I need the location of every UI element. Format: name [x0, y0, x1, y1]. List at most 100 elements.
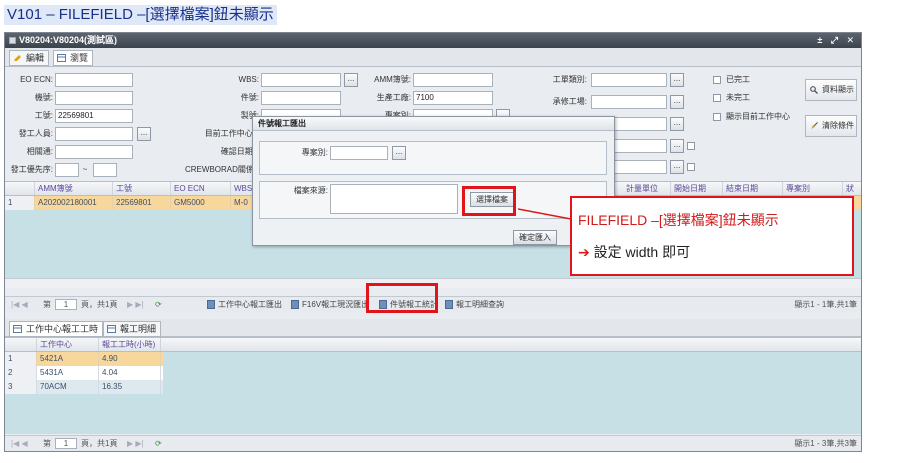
clear-conditions-button[interactable]: 清除條件 [805, 115, 857, 137]
extra-date-checkbox-1[interactable] [687, 142, 695, 150]
dialog-file-field[interactable] [330, 184, 458, 214]
extra-date-checkbox-2[interactable] [687, 163, 695, 171]
work-no-label: 工號: [34, 111, 53, 120]
show-current-wc-label: 顯示目前工作中心 [726, 112, 790, 121]
work-no-field[interactable]: 22569801 [55, 109, 133, 123]
table-icon [13, 325, 22, 333]
work-class-field[interactable] [591, 73, 667, 87]
priority-to-field[interactable] [93, 163, 117, 177]
cell-amm: A202002180001 [35, 196, 113, 210]
detail-col-rownum [5, 338, 37, 351]
arrow-right-icon: ➔ [578, 244, 590, 260]
detail-col-wc[interactable]: 工作中心 [37, 338, 99, 351]
amm-ledger-label: AMM簿號: [374, 75, 411, 84]
tab-wc-hours[interactable]: 工作中心報工工時 [9, 321, 104, 337]
display-data-button[interactable]: 資料顯示 [805, 79, 857, 101]
grid-col-wbs[interactable]: WBS [231, 182, 253, 195]
callout-issue-text: FILEFIELD –[選擇檔案]鈕未顯示 [578, 212, 779, 228]
show-current-wc-checkbox[interactable] [713, 113, 721, 121]
pager-display-info: 顯示1 - 3筆,共3筆 [794, 439, 857, 448]
refresh-icon[interactable]: ⟳ [155, 436, 162, 451]
detail-col-hours[interactable]: 報工工時(小時) [99, 338, 161, 351]
grid-col-amm[interactable]: AMM簿號 [35, 182, 113, 195]
window-icon [9, 37, 16, 44]
refresh-icon[interactable]: ⟳ [155, 297, 162, 312]
grid-col-unit[interactable]: 計量單位 [623, 182, 671, 195]
grid-col-start-date[interactable]: 開始日期 [671, 182, 723, 195]
grid-col-case[interactable]: 專案別 [783, 182, 843, 195]
table-row[interactable]: 1 5421A 4.90 [5, 352, 163, 366]
dialog-case-lookup-button[interactable]: ... [392, 146, 406, 160]
window-title: V80204:V80204(測試區) [19, 35, 118, 45]
wbs-lookup-button[interactable]: ... [344, 73, 358, 87]
clear-conditions-label: 清除條件 [822, 121, 854, 130]
wc-report-export-button[interactable]: 工作中心報工匯出 [207, 297, 282, 312]
extra-lookup-button-3[interactable]: ... [670, 160, 684, 174]
eo-ecn-field[interactable] [55, 73, 133, 87]
accept-plant-field[interactable] [591, 95, 667, 109]
pager-page-input[interactable]: 1 [55, 299, 77, 310]
pencil-icon [14, 55, 21, 61]
cell-hours: 4.04 [99, 366, 161, 380]
case-fieldset: 專案別: ... [259, 141, 607, 175]
pager-page-total: 頁，共1頁 [81, 300, 118, 309]
row-number: 1 [5, 352, 37, 366]
completed-checkbox[interactable] [713, 76, 721, 84]
broom-icon [811, 122, 818, 129]
work-class-lookup-button[interactable]: ... [670, 73, 684, 87]
pager-nav-next-icon[interactable]: ▶ ▶| [127, 436, 144, 451]
dialog-case-field[interactable] [330, 146, 388, 160]
window-controls[interactable]: ± ⤢ ✕ [817, 33, 857, 48]
row-number: 1 [5, 196, 35, 210]
cell-eo-ecn: GM5000 [171, 196, 231, 210]
make-no-label: 製號: [240, 111, 259, 120]
wbs-field[interactable] [261, 73, 341, 87]
select-file-highlight [462, 186, 516, 216]
pager-nav-next-icon[interactable]: ▶ ▶| [127, 297, 144, 312]
table-icon [107, 325, 116, 333]
pager-page-input[interactable]: 1 [55, 438, 77, 449]
model-field[interactable] [55, 91, 133, 105]
grid-col-status[interactable]: 狀 [843, 182, 861, 195]
wc-report-export-label: 工作中心報工匯出 [218, 300, 282, 309]
crew-board-label: CREWBORAD關係: [185, 165, 257, 174]
prod-wc-label: 生產工廠: [376, 93, 411, 102]
incomplete-checkbox[interactable] [713, 94, 721, 102]
cell-wc: 5421A [37, 352, 99, 366]
dialog-case-label: 專案別: [301, 148, 328, 157]
grid-col-work-no[interactable]: 工號 [113, 182, 171, 195]
issuer-label: 發工人員: [18, 129, 53, 138]
table-row[interactable]: 3 70ACM 16.35 [5, 380, 163, 394]
pager-nav-prev-icon[interactable]: |◀ ◀ [11, 297, 28, 312]
table-row[interactable]: 2 5431A 4.04 [5, 366, 163, 380]
issue-priority-label: 發工優先序: [10, 165, 53, 174]
rel-route-field[interactable] [55, 145, 133, 159]
prod-wc-field[interactable]: 7100 [413, 91, 493, 105]
grid-col-eo-ecn[interactable]: EO ECN [171, 182, 231, 195]
row-number: 2 [5, 366, 37, 380]
pager-nav-prev-icon[interactable]: |◀ ◀ [11, 436, 28, 451]
rel-route-label: 相關通: [26, 147, 53, 156]
amm-ledger-field[interactable] [413, 73, 493, 87]
accept-plant-lookup-button[interactable]: ... [670, 95, 684, 109]
part-no-field[interactable] [261, 91, 341, 105]
tab-report-detail[interactable]: 報工明細 [103, 321, 162, 337]
extra-lookup-button-1[interactable]: ... [670, 117, 684, 131]
report-detail-query-button[interactable]: 報工明細查詢 [445, 297, 504, 312]
tab-edit[interactable]: 編輯 [9, 50, 50, 66]
cell-wc: 5431A [37, 366, 99, 380]
cell-hours: 4.90 [99, 352, 161, 366]
priority-from-field[interactable] [55, 163, 79, 177]
tab-browse[interactable]: 瀏覽 [53, 50, 94, 66]
confirm-import-button[interactable]: 確定匯入 [513, 230, 557, 245]
incomplete-checkbox-label: 未完工 [726, 93, 750, 102]
display-data-label: 資料顯示 [822, 85, 854, 94]
part-report-stats-highlight [366, 283, 438, 313]
grid-col-end-date[interactable]: 結束日期 [723, 182, 783, 195]
issuer-field[interactable] [55, 127, 133, 141]
f16v-report-export-button[interactable]: F16V報工現況匯出 [291, 297, 369, 312]
issuer-lookup-button[interactable]: ... [137, 127, 151, 141]
row-number: 3 [5, 380, 37, 394]
detail-grid-header: 工作中心 報工工時(小時) [5, 337, 861, 352]
extra-lookup-button-2[interactable]: ... [670, 139, 684, 153]
